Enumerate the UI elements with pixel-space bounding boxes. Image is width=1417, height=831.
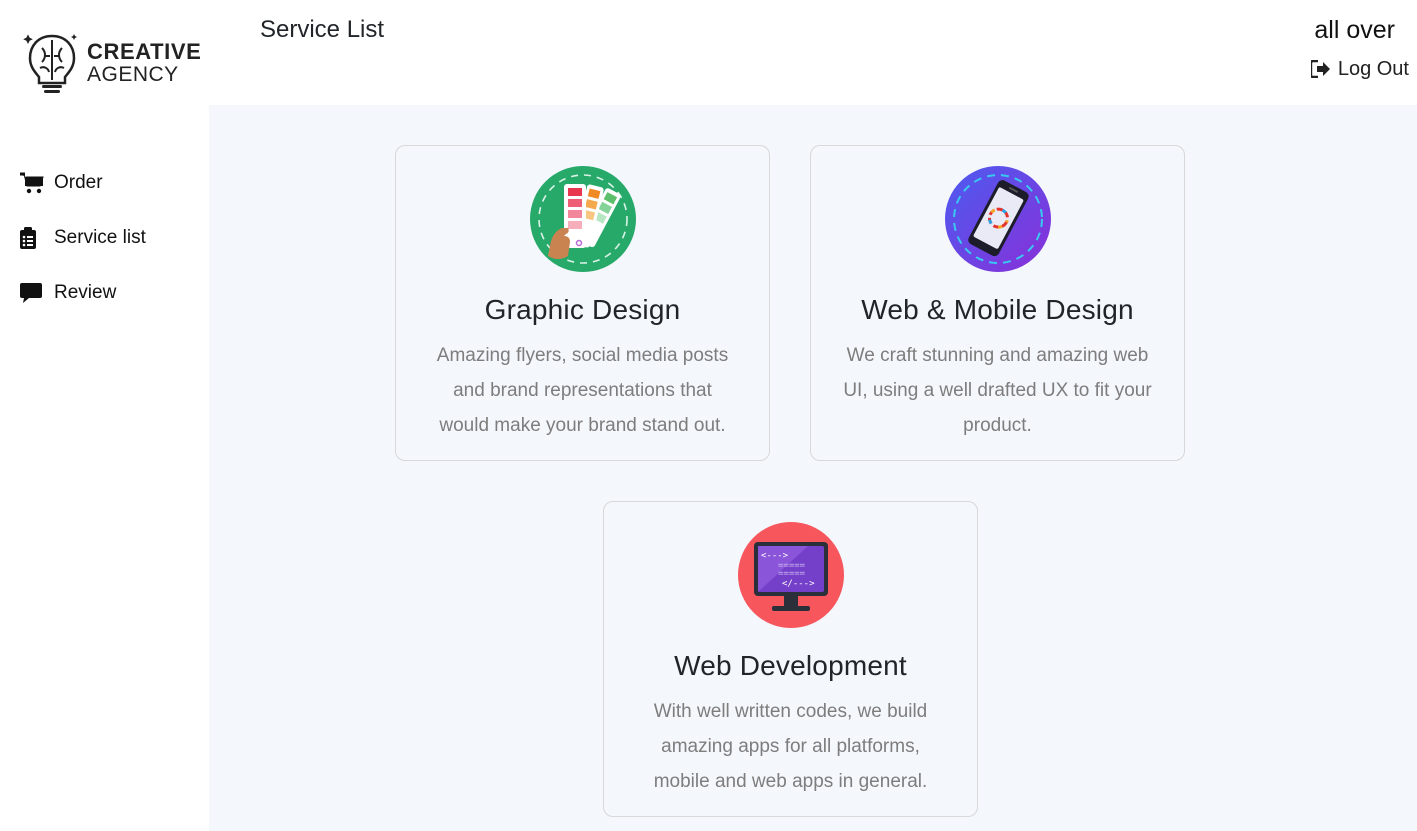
- svg-text:</--->: </--->: [782, 579, 815, 589]
- service-card[interactable]: <---> ===== ===== </---> Web Development…: [603, 501, 978, 817]
- sidebar: CREATIVE AGENCY Order Service list Revie…: [0, 0, 209, 831]
- logout-button[interactable]: Log Out: [1310, 58, 1409, 81]
- logout-label: Log Out: [1337, 58, 1409, 80]
- sidebar-item-service-list[interactable]: Service list: [20, 210, 146, 265]
- comment-icon: [20, 281, 48, 305]
- service-card[interactable]: Web & Mobile Design We craft stunning an…: [810, 145, 1185, 461]
- user-name: all over: [1314, 16, 1395, 44]
- color-palette-icon: [529, 166, 636, 272]
- sidebar-item-label: Order: [54, 171, 103, 193]
- service-description: With well written codes, we build amazin…: [653, 701, 928, 792]
- service-description: Amazing flyers, social media posts and b…: [436, 345, 729, 436]
- page-title: Service List: [260, 16, 385, 43]
- service-card[interactable]: Graphic Design Amazing flyers, social me…: [395, 145, 770, 461]
- sidebar-item-order[interactable]: Order: [20, 155, 146, 210]
- brain-bulb-icon: [23, 34, 77, 93]
- sidebar-item-review[interactable]: Review: [20, 265, 146, 320]
- main-content: Graphic Design Amazing flyers, social me…: [209, 105, 1417, 831]
- svg-text:=====: =====: [778, 569, 806, 579]
- smartphone-icon: [944, 166, 1051, 272]
- service-title: Graphic Design: [484, 294, 681, 325]
- sign-out-icon: [1310, 59, 1333, 80]
- clipboard-list-icon: [20, 226, 48, 250]
- monitor-code-icon: <---> ===== ===== </--->: [737, 522, 844, 628]
- service-title: Web & Mobile Design: [861, 294, 1134, 325]
- sidebar-item-label: Review: [54, 281, 117, 303]
- brand-logo[interactable]: CREATIVE AGENCY: [22, 30, 201, 96]
- service-title: Web Development: [674, 650, 907, 681]
- brand-name-line1: CREATIVE: [87, 39, 202, 65]
- sidebar-nav: Order Service list Review: [20, 155, 146, 320]
- service-description: We craft stunning and amazing web UI, us…: [843, 345, 1152, 436]
- brand-name-line2: AGENCY: [87, 62, 179, 86]
- sidebar-item-label: Service list: [54, 226, 146, 248]
- svg-text:<--->: <--->: [761, 551, 789, 561]
- cart-icon: [20, 171, 48, 195]
